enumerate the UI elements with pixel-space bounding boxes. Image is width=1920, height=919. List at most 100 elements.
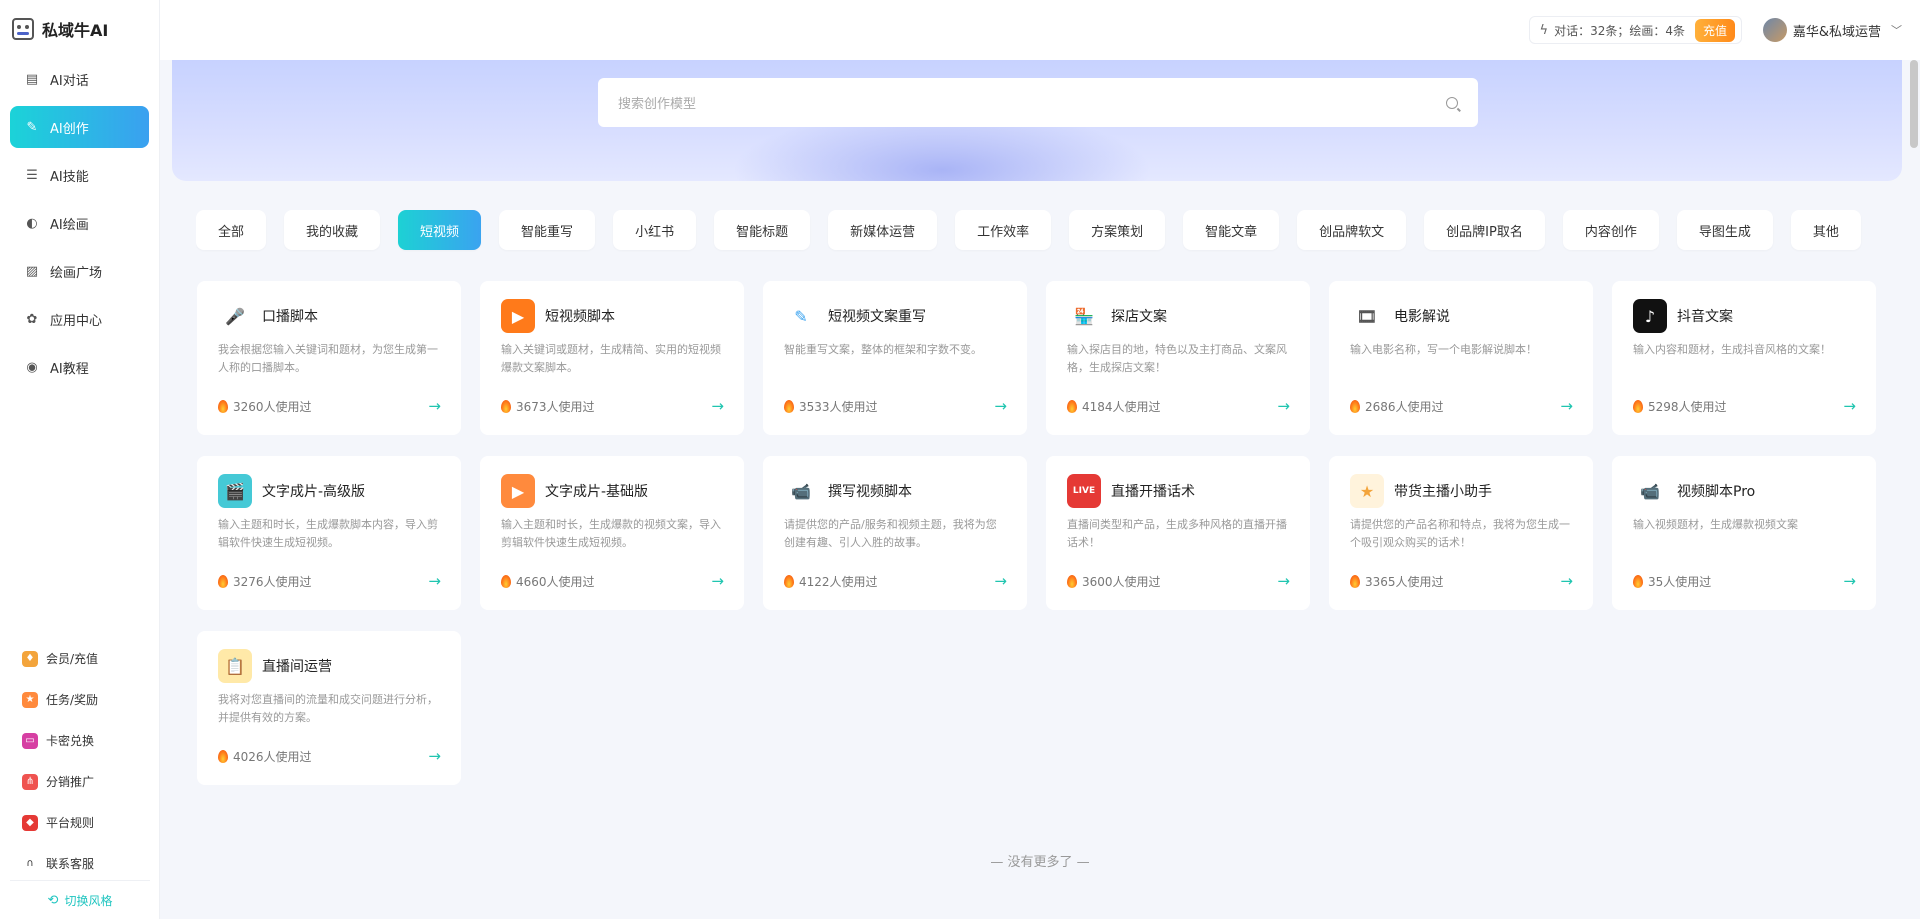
- usage-count: 4660人使用过: [516, 574, 595, 589]
- recharge-button[interactable]: 充值: [1694, 18, 1735, 42]
- tiktok-icon: ♪: [1633, 299, 1667, 333]
- search-icon[interactable]: [1446, 96, 1458, 109]
- sidebar-item[interactable]: ◐ AI绘画: [10, 202, 149, 244]
- model-card[interactable]: 📋 直播间运营 我将对您直播间的流量和成交问题进行分析，并提供有效的方案。 4026人…: [197, 631, 461, 785]
- usage-count: 3260人使用过: [233, 399, 312, 414]
- card-title: 探店文案: [1111, 309, 1167, 325]
- category-tab[interactable]: 智能标题: [714, 210, 811, 250]
- model-card[interactable]: 📹 视频脚本Pro 输入视频题材，生成爆款视频文案 35人使用过 →: [1612, 456, 1876, 610]
- category-tab[interactable]: 内容创作: [1562, 210, 1659, 250]
- arrow-right-icon[interactable]: →: [711, 397, 724, 415]
- live-icon: LIVE: [1067, 474, 1101, 508]
- card-footer: 3533人使用过 →: [784, 397, 1007, 415]
- card-head: ▶ 文字成片-基础版: [501, 474, 724, 508]
- sidebar-bottom-label: 会员/充值: [46, 652, 99, 666]
- card-footer: 3365人使用过 →: [1350, 572, 1573, 590]
- model-card[interactable]: ▶ 短视频脚本 输入关键词或题材，生成精简、实用的短视频爆款文案脚本。 3673人使用…: [480, 281, 744, 435]
- arrow-right-icon[interactable]: →: [994, 397, 1007, 415]
- arrow-right-icon[interactable]: →: [428, 572, 441, 590]
- logo[interactable]: 私域牛AI: [0, 0, 159, 58]
- card-title: 短视频脚本: [545, 309, 615, 325]
- sidebar-item[interactable]: ◉ AI教程: [10, 346, 149, 388]
- category-tab[interactable]: 导图生成: [1676, 210, 1773, 250]
- model-card[interactable]: ♪ 抖音文案 输入内容和题材，生成抖音风格的文案！ 5298人使用过 →: [1612, 281, 1876, 435]
- arrow-right-icon[interactable]: →: [428, 747, 441, 765]
- sidebar-bottom-item[interactable]: ♦ 会员/充值: [10, 638, 150, 679]
- arrow-right-icon[interactable]: →: [1843, 572, 1856, 590]
- model-card[interactable]: 📹 撰写视频脚本 请提供您的产品/服务和视频主题，我将为您创建有趣、引人入胜的故事。…: [763, 456, 1027, 610]
- arrow-right-icon[interactable]: →: [1277, 397, 1290, 415]
- card-head: 📹 撰写视频脚本: [784, 474, 1007, 508]
- sidebar-item[interactable]: ✎ AI创作: [10, 106, 149, 148]
- scrollbar[interactable]: [1910, 60, 1918, 148]
- card-footer: 5298人使用过 →: [1633, 397, 1856, 415]
- card-head: 📋 直播间运营: [218, 649, 441, 683]
- card-footer: 4184人使用过 →: [1067, 397, 1290, 415]
- sidebar-bottom-item[interactable]: ⋔ 分销推广: [10, 761, 150, 802]
- card-title: 文字成片-高级版: [262, 484, 366, 500]
- model-card[interactable]: 🎤 口播脚本 我会根据您输入关键词和题材，为您生成第一人称的口播脚本。 3260人使用…: [197, 281, 461, 435]
- card-description: 输入内容和题材，生成抖音风格的文案！: [1633, 343, 1831, 356]
- model-card[interactable]: LIVE 直播开播话术 直播间类型和产品，生成多种风格的直播开播话术！ 3600人使用…: [1046, 456, 1310, 610]
- card-head: 🎤 口播脚本: [218, 299, 441, 333]
- usage-count: 3673人使用过: [516, 399, 595, 414]
- logo-icon: [12, 18, 34, 40]
- switch-theme-button[interactable]: ⟲ 切换风格: [10, 880, 150, 919]
- category-tab[interactable]: 智能重写: [499, 210, 596, 250]
- model-card[interactable]: 🏪 探店文案 输入探店目的地，特色以及主打商品、文案风格，生成探店文案！ 4184人使…: [1046, 281, 1310, 435]
- sidebar-bottom-item[interactable]: ◆ 平台规则: [10, 802, 150, 843]
- sidebar-bottom-item[interactable]: ∩ 联系客服: [10, 843, 150, 884]
- card-footer: 4026人使用过 →: [218, 747, 441, 765]
- card-footer: 4660人使用过 →: [501, 572, 724, 590]
- sidebar-item[interactable]: ☰ AI技能: [10, 154, 149, 196]
- arrow-right-icon[interactable]: →: [1843, 397, 1856, 415]
- category-tab[interactable]: 创品牌软文: [1297, 210, 1407, 250]
- card-description: 请提供您的产品/服务和视频主题，我将为您创建有趣、引人入胜的故事。: [784, 518, 997, 549]
- user-menu[interactable]: 嘉华&私域运营 ﹀: [1762, 18, 1902, 42]
- category-tab[interactable]: 其他: [1790, 210, 1861, 250]
- quota-text: 对话：32条；绘画：4条: [1554, 23, 1685, 38]
- video-file-icon: ▶: [501, 474, 535, 508]
- sidebar-item[interactable]: ▤ AI对话: [10, 58, 149, 100]
- switch-theme-label: 切换风格: [64, 894, 113, 908]
- quota-box: ϟ 对话：32条；绘画：4条 充值: [1528, 16, 1742, 44]
- category-tab[interactable]: 方案策划: [1069, 210, 1166, 250]
- category-tab[interactable]: 创品牌IP取名: [1424, 210, 1545, 250]
- task-icon: ★: [22, 691, 38, 708]
- category-tab[interactable]: 工作效率: [955, 210, 1052, 250]
- model-card[interactable]: 🎬 文字成片-高级版 输入主题和时长，生成爆款脚本内容，导入剪辑软件快速生成短视频。…: [197, 456, 461, 610]
- model-card[interactable]: ✎ 短视频文案重写 智能重写文案，整体的框架和字数不变。 3533人使用过 →: [763, 281, 1027, 435]
- card-description: 输入关键词或题材，生成精简、实用的短视频爆款文案脚本。: [501, 343, 721, 374]
- fire-icon: [1067, 399, 1077, 413]
- category-tab[interactable]: 智能文章: [1183, 210, 1280, 250]
- sidebar-bottom-label: 任务/奖励: [46, 693, 99, 707]
- model-card[interactable]: ▶ 文字成片-基础版 输入主题和时长，生成爆款的视频文案，导入剪辑软件快速生成短视频…: [480, 456, 744, 610]
- sidebar-bottom-item[interactable]: ★ 任务/奖励: [10, 679, 150, 720]
- arrow-right-icon[interactable]: →: [1560, 397, 1573, 415]
- arrow-right-icon[interactable]: →: [994, 572, 1007, 590]
- usage-count: 5298人使用过: [1648, 399, 1727, 414]
- sidebar-bottom-item[interactable]: ▭ 卡密兑换: [10, 720, 150, 761]
- arrow-right-icon[interactable]: →: [428, 397, 441, 415]
- card-description: 输入电影名称，写一个电影解说脚本！: [1350, 343, 1537, 356]
- usage-count: 4184人使用过: [1082, 399, 1161, 414]
- category-tab[interactable]: 小红书: [613, 210, 697, 250]
- category-tab[interactable]: 新媒体运营: [828, 210, 938, 250]
- arrow-right-icon[interactable]: →: [1277, 572, 1290, 590]
- search-input[interactable]: 搜索创作模型: [598, 78, 1478, 127]
- arrow-right-icon[interactable]: →: [711, 572, 724, 590]
- category-tab[interactable]: 我的收藏: [284, 210, 381, 250]
- clipboard-icon: 📋: [218, 649, 252, 683]
- model-card[interactable]: ★ 带货主播小助手 请提供您的产品名称和特点，我将为您生成一个吸引观众购买的话术！ 3…: [1329, 456, 1593, 610]
- sidebar-item[interactable]: ✿ 应用中心: [10, 298, 149, 340]
- sidebar-bottom-label: 联系客服: [46, 857, 95, 871]
- category-tab[interactable]: 全部: [196, 210, 267, 250]
- arrow-right-icon[interactable]: →: [1560, 572, 1573, 590]
- category-tab[interactable]: 短视频: [398, 210, 482, 250]
- sidebar-bottom-label: 卡密兑换: [46, 734, 95, 748]
- model-card[interactable]: 🎞 电影解说 输入电影名称，写一个电影解说脚本！ 2686人使用过 →: [1329, 281, 1593, 435]
- topbar: ϟ 对话：32条；绘画：4条 充值 嘉华&私域运营 ﹀: [160, 0, 1920, 60]
- user-name: 嘉华&私域运营: [1792, 24, 1881, 40]
- card-icon: ▭: [22, 732, 38, 749]
- sidebar-item[interactable]: ▨ 绘画广场: [10, 250, 149, 292]
